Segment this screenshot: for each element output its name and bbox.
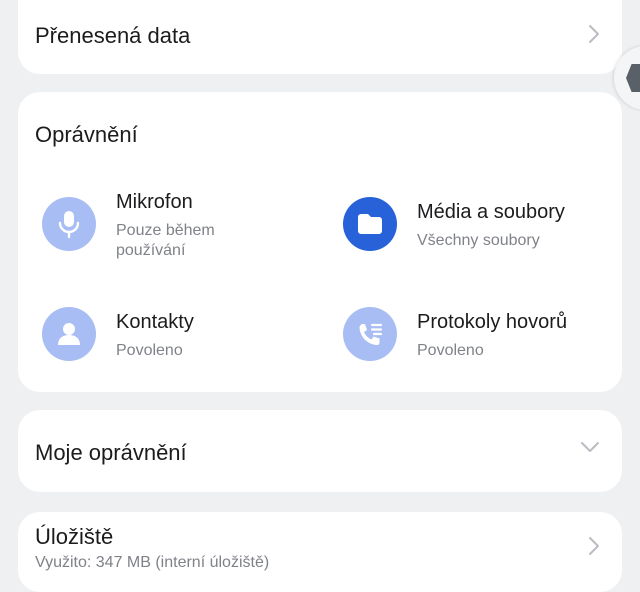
storage-label: Úložiště: [35, 524, 114, 549]
my-permissions-row[interactable]: Moje oprávnění: [18, 410, 622, 492]
permission-name: Protokoly hovorů: [417, 311, 568, 333]
chevron-right-icon: [589, 25, 599, 43]
folder-icon: [343, 197, 397, 251]
permission-name: Kontakty: [116, 311, 194, 333]
microphone-icon: [42, 197, 96, 251]
my-permissions-label: Moje oprávnění: [35, 440, 187, 465]
permission-status: Všechny soubory: [417, 232, 540, 249]
transferred-data-row[interactable]: Přenesená data: [18, 0, 622, 74]
permission-name: Mikrofon: [116, 191, 193, 213]
permission-status: Povoleno: [417, 342, 484, 359]
permissions-title: Oprávnění: [35, 122, 138, 147]
permission-name: Média a soubory: [417, 201, 565, 223]
permissions-card: Oprávnění Mikrofon Pouze během používání…: [18, 92, 622, 392]
chevron-right-icon: [589, 537, 599, 555]
call-log-icon: [343, 307, 397, 361]
storage-subtitle: Využito: 347 MB (interní úložiště): [35, 554, 270, 571]
transferred-data-label: Přenesená data: [35, 23, 191, 48]
handle-grip-icon: [626, 64, 640, 92]
permission-status: Povoleno: [116, 342, 183, 359]
permission-status: Pouze během používání: [116, 222, 215, 259]
contacts-icon: [42, 307, 96, 361]
chevron-down-icon: [581, 442, 599, 452]
storage-row[interactable]: Úložiště Využito: 347 MB (interní úložiš…: [18, 512, 622, 592]
